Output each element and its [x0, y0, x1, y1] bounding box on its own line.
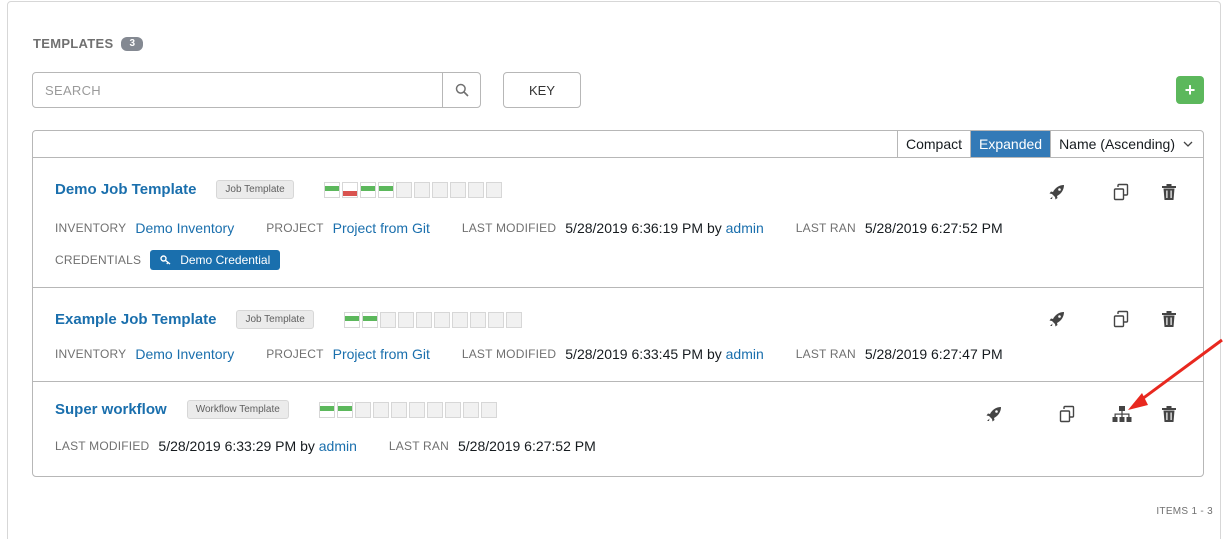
chevron-down-icon	[1183, 141, 1193, 147]
copy-icon	[1113, 183, 1129, 201]
copy-button[interactable]	[1056, 403, 1078, 425]
template-row: Super workflow Workflow Template LAST MO…	[33, 382, 1203, 476]
rocket-icon	[1049, 185, 1064, 200]
launch-button[interactable]	[1046, 308, 1068, 330]
search-box	[32, 72, 481, 108]
launch-button[interactable]	[1046, 181, 1068, 203]
delete-icon	[1162, 184, 1176, 200]
delete-icon	[1162, 406, 1176, 422]
key-button[interactable]: KEY	[503, 72, 581, 108]
launch-button[interactable]	[983, 403, 1005, 425]
delete-icon	[1162, 311, 1176, 327]
panel-header: TEMPLATES 3	[33, 36, 144, 51]
template-row: Example Job Template Job Template INVENT…	[33, 288, 1203, 382]
search-icon	[455, 83, 469, 97]
list-toolbar: Compact Expanded Name (Ascending)	[33, 131, 1203, 158]
panel-title: TEMPLATES	[33, 36, 114, 51]
rocket-icon	[986, 407, 1001, 422]
template-row: Demo Job Template Job Template INVENTORY…	[33, 158, 1203, 288]
pagination-items-count: ITEMS 1 - 3	[1156, 506, 1213, 517]
compact-view-button[interactable]: Compact	[896, 131, 970, 157]
view-toggle: Compact Expanded Name (Ascending)	[896, 131, 1203, 157]
delete-button[interactable]	[1158, 308, 1180, 330]
workflow-visualizer-button[interactable]	[1111, 403, 1133, 425]
sort-dropdown[interactable]: Name (Ascending)	[1050, 131, 1203, 157]
workflow-visualizer-icon	[1112, 406, 1132, 422]
search-input[interactable]	[33, 73, 442, 107]
sort-label: Name (Ascending)	[1059, 136, 1175, 152]
template-count-badge: 3	[121, 36, 144, 51]
expanded-view-button[interactable]: Expanded	[970, 131, 1051, 157]
copy-icon	[1113, 310, 1129, 328]
copy-button[interactable]	[1110, 308, 1132, 330]
add-template-button[interactable]: +	[1176, 76, 1204, 104]
copy-button[interactable]	[1110, 181, 1132, 203]
copy-icon	[1059, 405, 1075, 423]
search-button[interactable]	[442, 73, 480, 107]
delete-button[interactable]	[1158, 403, 1180, 425]
template-list: Compact Expanded Name (Ascending) Demo J…	[32, 130, 1204, 477]
delete-button[interactable]	[1158, 181, 1180, 203]
rocket-icon	[1049, 312, 1064, 327]
